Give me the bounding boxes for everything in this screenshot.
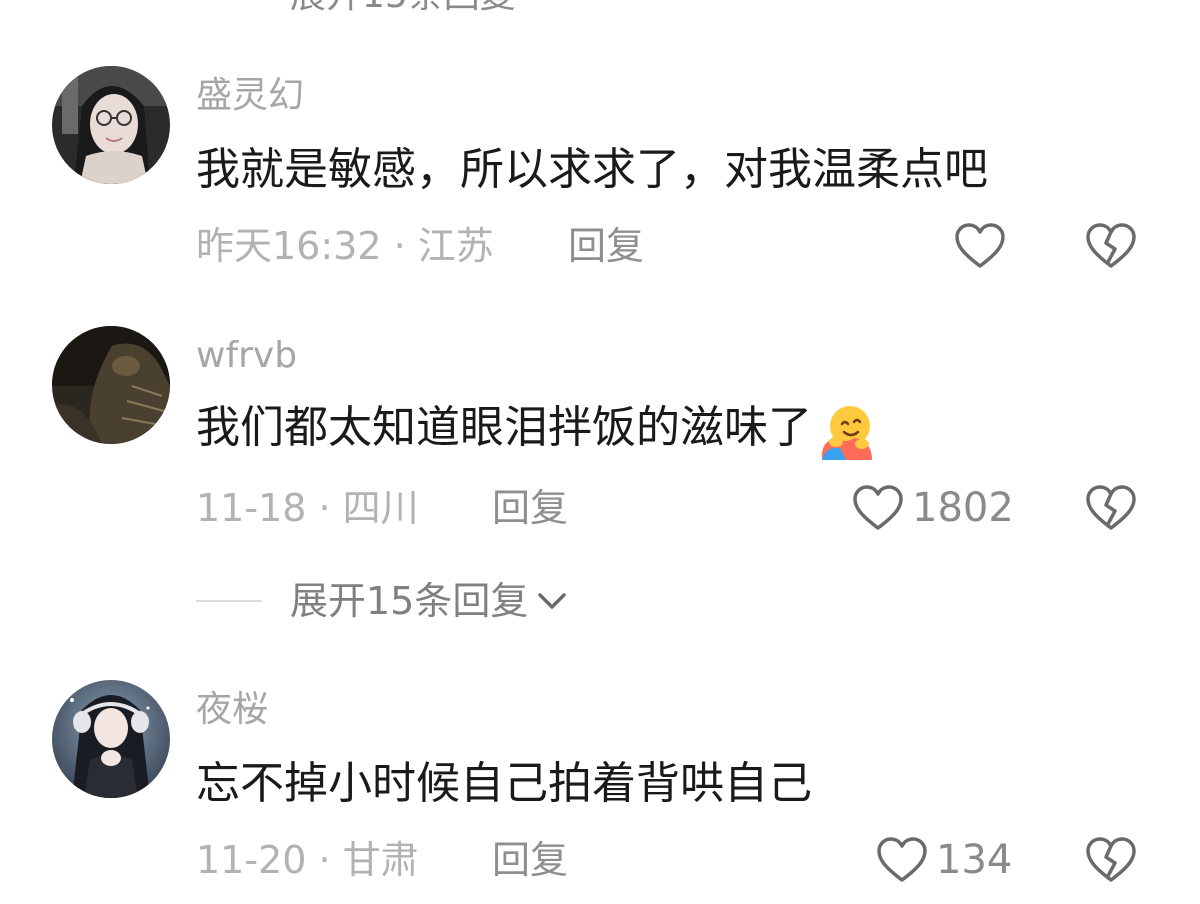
avatar[interactable] bbox=[52, 326, 170, 444]
comment-text-body: 我们都太知道眼泪拌饭的滋味了 bbox=[196, 402, 812, 453]
comment-meta: 昨天16:32 · 江苏 bbox=[196, 222, 494, 270]
chevron-down-icon bbox=[528, 583, 570, 619]
meta-separator: · bbox=[306, 838, 343, 882]
avatar-anime-girl bbox=[52, 680, 170, 798]
expand-replies-label: 展开15条回复 bbox=[290, 579, 529, 623]
heart-icon bbox=[852, 484, 904, 532]
meta-separator: · bbox=[381, 224, 418, 268]
username[interactable]: 夜桜 bbox=[196, 688, 268, 732]
like-button[interactable]: 1802 bbox=[852, 482, 1014, 534]
username[interactable]: 盛灵幻 bbox=[196, 74, 304, 118]
comment-location: 甘肃 bbox=[342, 838, 419, 882]
comment-time: 11-20 bbox=[196, 838, 307, 882]
comment-list: 展开15条回复 盛灵幻 我就是敏感，所以求求了，对我温柔点吧 昨天16:32 ·… bbox=[0, 0, 1200, 904]
broken-heart-icon[interactable] bbox=[1085, 836, 1137, 884]
broken-heart-icon[interactable] bbox=[1085, 222, 1137, 270]
reply-button[interactable]: 回复 bbox=[492, 484, 568, 532]
like-button[interactable] bbox=[954, 220, 1006, 272]
expand-replies-top[interactable]: 展开15条回复 bbox=[290, 0, 516, 18]
comment-time: 昨天16:32 bbox=[196, 224, 382, 268]
meta-separator: · bbox=[306, 486, 343, 530]
comment-time: 11-18 bbox=[196, 486, 307, 530]
comment-meta: 11-18 · 四川 bbox=[196, 484, 419, 532]
comment-text: 我就是敏感，所以求求了，对我温柔点吧 bbox=[196, 144, 988, 195]
username[interactable]: wfrvb bbox=[196, 334, 297, 378]
reply-button[interactable]: 回复 bbox=[568, 222, 644, 270]
like-button[interactable]: 134 bbox=[876, 834, 1012, 886]
comment-text: 忘不掉小时候自己拍着背哄自己 bbox=[196, 758, 812, 809]
hugging-face-emoji bbox=[816, 402, 876, 460]
like-count: 1802 bbox=[912, 485, 1014, 531]
comment-location: 四川 bbox=[342, 486, 419, 530]
comment-text: 我们都太知道眼泪拌饭的滋味了 bbox=[196, 400, 876, 460]
avatar-cat-dark bbox=[52, 326, 170, 444]
broken-heart-icon[interactable] bbox=[1085, 484, 1137, 532]
comment-location: 江苏 bbox=[417, 224, 494, 268]
comment-meta: 11-20 · 甘肃 bbox=[196, 836, 419, 884]
avatar-girl-glasses bbox=[52, 66, 170, 184]
heart-icon bbox=[954, 222, 1006, 270]
like-count: 134 bbox=[936, 837, 1013, 883]
avatar[interactable] bbox=[52, 680, 170, 798]
expand-replies[interactable]: 展开15条回复 bbox=[196, 576, 570, 626]
heart-icon bbox=[876, 836, 928, 884]
expand-divider bbox=[196, 600, 262, 602]
reply-button[interactable]: 回复 bbox=[492, 836, 568, 884]
avatar[interactable] bbox=[52, 66, 170, 184]
